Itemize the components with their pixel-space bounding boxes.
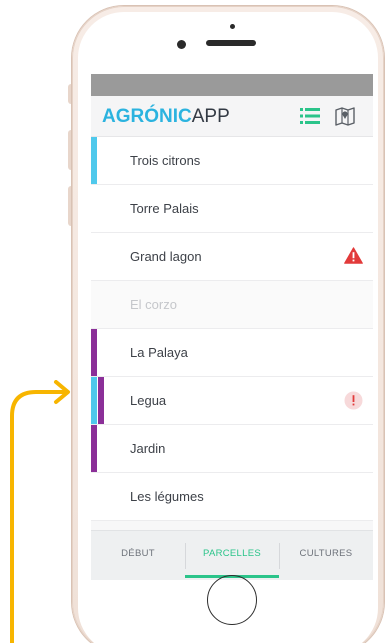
warning-triangle-icon — [344, 247, 363, 264]
tab-cultures[interactable]: CULTURES — [279, 531, 373, 580]
tab-parcelles[interactable]: PARCELLES — [185, 531, 279, 580]
app-header: AGRÓNICAPP — [91, 96, 373, 137]
parcel-label: La Palaya — [130, 345, 188, 360]
parcel-row[interactable]: Jardin — [91, 425, 373, 473]
parcel-marker-purple — [98, 377, 104, 424]
tab-debut[interactable]: DÉBUT — [91, 531, 185, 580]
phone-home-button[interactable] — [207, 575, 257, 625]
list-icon — [300, 108, 320, 124]
parcel-list: Trois citrons Torre Palais Grand lagon El c… — [91, 137, 373, 521]
status-bar — [91, 74, 373, 96]
parcel-label: Legua — [130, 393, 167, 408]
exclamation-circle-icon — [344, 391, 363, 410]
phone-speaker — [206, 40, 256, 46]
parcel-marker-purple — [91, 329, 97, 376]
map-icon — [335, 107, 355, 126]
parcel-row[interactable]: Les légumes — [91, 473, 373, 521]
parcel-row[interactable]: Trois citrons — [91, 137, 373, 185]
parcel-marker-cyan — [91, 377, 97, 424]
parcel-row[interactable]: Torre Palais — [91, 185, 373, 233]
phone-front-camera — [177, 40, 186, 49]
logo-light-text: APP — [191, 106, 230, 127]
parcel-label: El corzo — [130, 297, 177, 312]
parcel-label: Grand lagon — [130, 249, 202, 264]
list-view-button[interactable] — [299, 107, 321, 125]
parcel-marker-purple — [91, 425, 97, 472]
parcel-row[interactable]: Legua — [91, 377, 373, 425]
parcel-label: Torre Palais — [130, 201, 199, 216]
parcel-label: Les légumes — [130, 489, 204, 504]
parcel-row: El corzo — [91, 281, 373, 329]
page: AGRÓNICAPP Trois citrons Torre Palais Gr… — [0, 0, 386, 643]
bottom-tab-bar: DÉBUT PARCELLES CULTURES — [91, 530, 373, 580]
parcel-row[interactable]: Grand lagon — [91, 233, 373, 281]
phone-sensor — [230, 24, 235, 29]
parcel-marker-cyan — [91, 137, 97, 184]
map-view-button[interactable] — [334, 105, 356, 127]
parcel-row[interactable]: La Palaya — [91, 329, 373, 377]
app-screen: AGRÓNICAPP Trois citrons Torre Palais Gr… — [91, 74, 373, 580]
app-logo: AGRÓNICAPP — [102, 106, 230, 128]
logo-bold-text: AGRÓNIC — [102, 106, 192, 127]
pointer-arrow-icon — [10, 380, 70, 643]
parcel-label: Trois citrons — [130, 153, 201, 168]
parcel-label: Jardin — [130, 441, 166, 456]
